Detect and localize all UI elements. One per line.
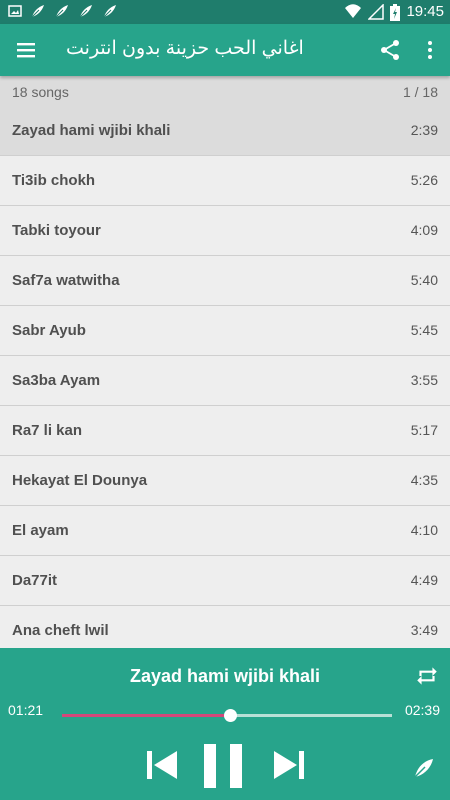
app-title: اغاني الحب حزينة بدون انترنت [66,38,304,59]
song-title: El ayam [12,522,69,539]
leaf-icon[interactable] [412,756,436,780]
song-row[interactable]: Sabr Ayub 5:45 [0,306,450,356]
song-title: Zayad hami wjibi khali [12,122,171,139]
song-row[interactable]: El ayam 4:10 [0,506,450,556]
skip-previous-icon[interactable] [145,750,179,780]
song-duration: 3:55 [410,372,438,388]
song-title: Da77it [12,572,58,589]
song-list[interactable]: 18 songs 1 / 18 Zayad hami wjibi khali 2:… [0,76,450,648]
song-duration: 2:39 [410,122,438,138]
app-bar: اغاني الحب حزينة بدون انترنت [0,24,450,76]
song-duration: 5:26 [410,172,438,188]
song-duration: 4:09 [410,222,438,238]
song-row[interactable]: Da77it 4:49 [0,556,450,606]
repeat-icon[interactable] [414,663,440,689]
signal-icon [368,4,385,20]
song-row[interactable]: Hekayat El Dounya 4:35 [0,456,450,506]
leaf-icon [31,5,44,18]
song-title: Ra7 li kan [12,422,83,439]
seek-bar[interactable] [62,709,392,722]
wifi-icon [345,4,362,18]
song-row[interactable]: Tabki toyour 4:09 [0,206,450,256]
share-icon[interactable] [378,38,402,62]
total-time: 02:39 [404,702,440,718]
status-right-icons: 19:45 [344,3,444,21]
leaf-icon [103,5,116,18]
song-count: 18 songs [12,84,69,100]
song-title: Ana cheft lwil [12,622,109,639]
status-left-icons [8,3,118,19]
battery-charging-icon [390,3,401,21]
song-duration: 5:17 [410,422,438,438]
song-duration: 5:45 [410,322,438,338]
list-header: 18 songs 1 / 18 [0,76,450,106]
song-title: Ti3ib chokh [12,172,96,189]
leaf-icon [79,5,92,18]
seek-progress [62,714,231,717]
pause-icon[interactable] [202,744,244,788]
song-title: Sabr Ayub [12,322,86,339]
song-title: Tabki toyour [12,222,101,239]
song-duration: 3:49 [410,622,438,638]
song-row[interactable]: Ti3ib chokh 5:26 [0,156,450,206]
status-bar: 19:45 [0,0,450,24]
song-row[interactable]: Ana cheft lwil 3:49 [0,606,450,648]
song-duration: 5:40 [410,272,438,288]
page-indicator: 1 / 18 [402,84,438,100]
song-row[interactable]: Saf7a watwitha 5:40 [0,256,450,306]
song-duration: 4:10 [410,522,438,538]
status-time: 19:45 [406,3,444,20]
player-panel: Zayad hami wjibi khali 01:21 02:39 [0,648,450,800]
image-icon [8,5,22,17]
more-vert-icon[interactable] [418,38,442,62]
current-time: 01:21 [8,702,44,718]
song-duration: 4:49 [410,572,438,588]
leaf-icon [55,5,68,18]
song-title: Hekayat El Dounya [12,472,148,489]
song-row[interactable]: Sa3ba Ayam 3:55 [0,356,450,406]
song-duration: 4:35 [410,472,438,488]
song-row[interactable]: Zayad hami wjibi khali 2:39 [0,106,450,156]
song-title: Sa3ba Ayam [12,372,101,389]
song-row[interactable]: Ra7 li kan 5:17 [0,406,450,456]
seek-thumb[interactable] [224,709,238,722]
menu-icon[interactable] [14,38,38,62]
now-playing-title: Zayad hami wjibi khali [129,666,321,686]
song-title: Saf7a watwitha [12,272,120,289]
skip-next-icon[interactable] [272,750,306,780]
